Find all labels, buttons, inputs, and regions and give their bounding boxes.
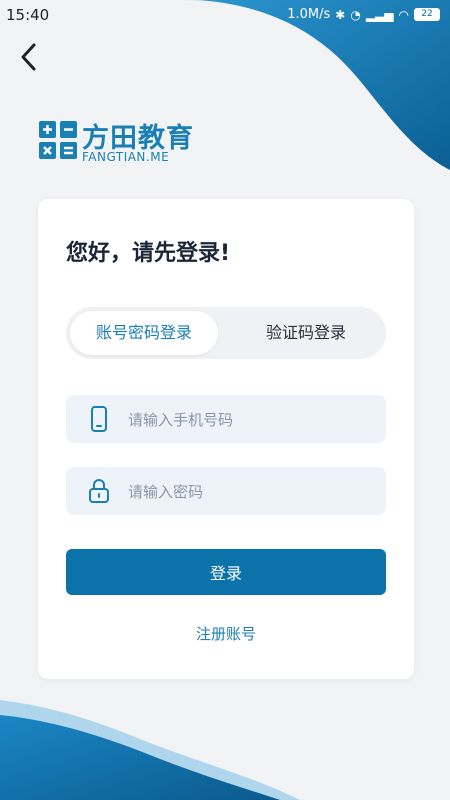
phone-icon: [91, 406, 107, 432]
password-field: [66, 467, 386, 517]
greeting-title: 您好，请先登录!: [66, 241, 231, 266]
phone-field: [66, 395, 386, 445]
network-speed: 1.0M/s: [287, 7, 331, 22]
brand-domain: FANGTIAN.ME: [82, 150, 170, 164]
signal-icon: ▂▃▅: [365, 7, 394, 22]
lock-icon: [89, 479, 109, 503]
password-input[interactable]: [126, 467, 380, 517]
status-bar: 15:40 1.0M/s ✱ ◔ ▂▃▅ ◠ 22: [0, 0, 450, 30]
mute-icon: ◔: [350, 7, 361, 22]
login-mode-tabs: 账号密码登录 验证码登录: [66, 307, 386, 359]
chevron-left-icon: [21, 43, 36, 71]
wifi-icon: ◠: [398, 7, 409, 22]
phone-input[interactable]: [126, 395, 380, 445]
back-button[interactable]: [14, 40, 44, 74]
tab-password-login[interactable]: 账号密码登录: [70, 311, 218, 355]
login-button[interactable]: 登录: [66, 549, 386, 595]
bluetooth-icon: ✱: [335, 7, 346, 22]
register-link[interactable]: 注册账号: [38, 623, 414, 644]
login-card: 您好，请先登录! 账号密码登录 验证码登录 登录 注册账号: [38, 199, 414, 679]
status-icons: 1.0M/s ✱ ◔ ▂▃▅ ◠ 22: [287, 7, 440, 22]
tab-code-login[interactable]: 验证码登录: [232, 311, 380, 355]
status-time: 15:40: [6, 6, 50, 24]
logo-symbol-icon: [39, 121, 77, 159]
battery-icon: 22: [414, 8, 440, 21]
